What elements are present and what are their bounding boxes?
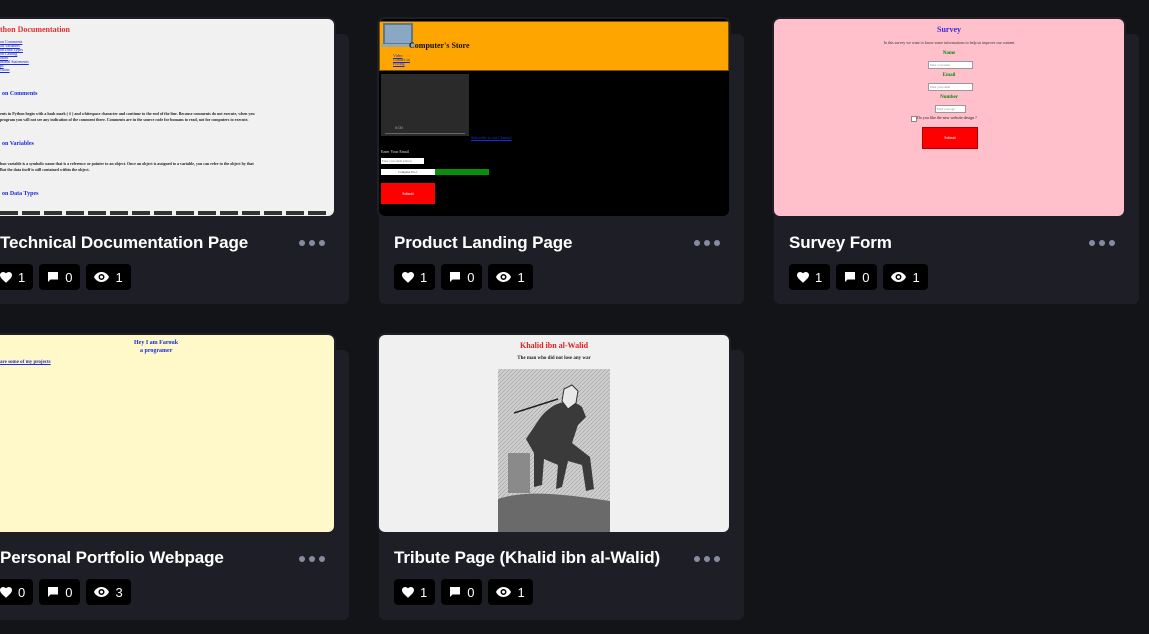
comment-count: 0 <box>65 584 73 600</box>
comment-count: 0 <box>467 269 475 285</box>
like-button[interactable]: 1 <box>394 264 436 290</box>
heart-icon <box>0 586 12 598</box>
preview-label: Email <box>942 73 956 78</box>
project-preview-thumbnail[interactable]: thon Documentation on Comments on Variab… <box>0 19 334 216</box>
project-title[interactable]: Product Landing Page <box>394 233 573 253</box>
video-progress <box>385 133 465 134</box>
views-stat: 1 <box>883 264 928 290</box>
project-stats: 1 0 1 <box>0 264 131 290</box>
view-count: 1 <box>517 584 525 600</box>
project-preview-thumbnail[interactable]: Computer's Store Video Contact us Pricin… <box>379 19 729 216</box>
eye-icon <box>94 272 110 282</box>
preview-input: Enter your email <box>928 83 973 91</box>
preview-tribute-subtitle: The man who did not lose any war <box>517 356 591 361</box>
project-preview-thumbnail[interactable]: Survey In this survey we want to know so… <box>774 19 1124 216</box>
heart-icon <box>402 586 414 598</box>
more-options-icon[interactable] <box>694 556 720 562</box>
more-options-icon[interactable] <box>299 556 325 562</box>
views-stat: 1 <box>86 264 131 290</box>
preview-nav: Video Contact us Pricing <box>393 53 410 66</box>
project-title[interactable]: Technical Documentation Page <box>0 233 248 253</box>
like-button[interactable]: 0 <box>0 579 34 605</box>
project-preview-thumbnail[interactable]: Khalid ibn al-Walid The man who did not … <box>379 335 729 532</box>
views-stat: 1 <box>488 579 533 605</box>
views-stat: 3 <box>86 579 131 605</box>
like-button[interactable]: 1 <box>0 264 34 290</box>
preview-channel-link: Subscribe to our Channel <box>471 135 512 140</box>
preview-store-name: Computer's Store <box>409 41 470 50</box>
preview-intro-line2: a programer <box>140 348 173 354</box>
comments-button[interactable]: 0 <box>39 264 81 290</box>
more-options-icon[interactable] <box>694 240 720 246</box>
more-options-icon[interactable] <box>1089 240 1115 246</box>
like-count: 1 <box>420 584 428 600</box>
heart-icon <box>797 271 809 283</box>
preview-text-lines <box>0 211 330 215</box>
views-stat: 1 <box>488 264 533 290</box>
preview-input: Enter your age <box>935 105 966 113</box>
preview-survey-intro: In this survey we want to know some info… <box>883 40 1015 45</box>
project-title[interactable]: Tribute Page (Khalid ibn al-Walid) <box>394 548 660 568</box>
view-count: 3 <box>115 584 123 600</box>
video-time: 0:00 <box>395 125 403 130</box>
project-stats: 1 0 1 <box>394 264 533 290</box>
comment-icon <box>48 587 59 597</box>
more-options-icon[interactable] <box>299 240 325 246</box>
like-count: 1 <box>420 269 428 285</box>
preview-label: Number <box>940 95 958 100</box>
project-stats: 1 0 1 <box>394 579 533 605</box>
comment-icon <box>845 272 856 282</box>
comment-count: 0 <box>862 269 870 285</box>
comment-icon <box>450 272 461 282</box>
preview-submit: Submit <box>922 127 978 149</box>
preview-submit: Submit <box>381 183 435 204</box>
eye-icon <box>496 272 512 282</box>
eye-icon <box>496 587 512 597</box>
comments-button[interactable]: 0 <box>441 579 483 605</box>
comments-button[interactable]: 0 <box>441 264 483 290</box>
like-button[interactable]: 1 <box>789 264 831 290</box>
preview-tribute-title: Khalid ibn al-Walid <box>519 341 589 350</box>
preview-heading: thon Documentation <box>0 25 71 34</box>
like-count: 1 <box>815 269 823 285</box>
project-stats: 1 0 1 <box>789 264 928 290</box>
view-count: 1 <box>517 269 525 285</box>
preview-survey-title: Survey <box>937 25 961 34</box>
preview-input: Enter your name <box>928 61 973 69</box>
project-title[interactable]: Survey Form <box>789 233 892 253</box>
comments-button[interactable]: 0 <box>39 579 81 605</box>
view-count: 1 <box>115 269 123 285</box>
preview-green-bar <box>435 169 489 175</box>
comments-button[interactable]: 0 <box>836 264 878 290</box>
preview-email-label: Enter Your Email <box>381 149 409 154</box>
like-count: 0 <box>18 584 26 600</box>
preview-question: Do you like the new website design ? <box>917 115 977 120</box>
comment-count: 0 <box>467 584 475 600</box>
project-preview-thumbnail[interactable]: Hey I am Farouk a programer are some of … <box>0 335 334 532</box>
comment-count: 0 <box>65 269 73 285</box>
like-count: 1 <box>18 269 26 285</box>
heart-icon <box>0 271 12 283</box>
comment-icon <box>450 587 461 597</box>
like-button[interactable]: 1 <box>394 579 436 605</box>
view-count: 1 <box>912 269 920 285</box>
project-stats: 0 0 3 <box>0 579 131 605</box>
project-title[interactable]: Personal Portfolio Webpage <box>0 548 224 568</box>
preview-intro-line1: Hey I am Farouk <box>134 340 179 346</box>
preview-select: Computer Pro 1 <box>381 169 435 175</box>
preview-nav-links: on Comments on Variables on Data Types o… <box>0 39 29 72</box>
eye-icon <box>94 587 110 597</box>
preview-label: Name <box>942 51 956 56</box>
eye-icon <box>891 272 907 282</box>
heart-icon <box>402 271 414 283</box>
preview-projects-link: are some of my projects <box>0 360 51 365</box>
preview-email-input: Enter your email address <box>381 158 424 164</box>
preview-video: 0:00 <box>381 74 469 136</box>
horseman-engraving-image <box>498 369 610 532</box>
comment-icon <box>48 272 59 282</box>
